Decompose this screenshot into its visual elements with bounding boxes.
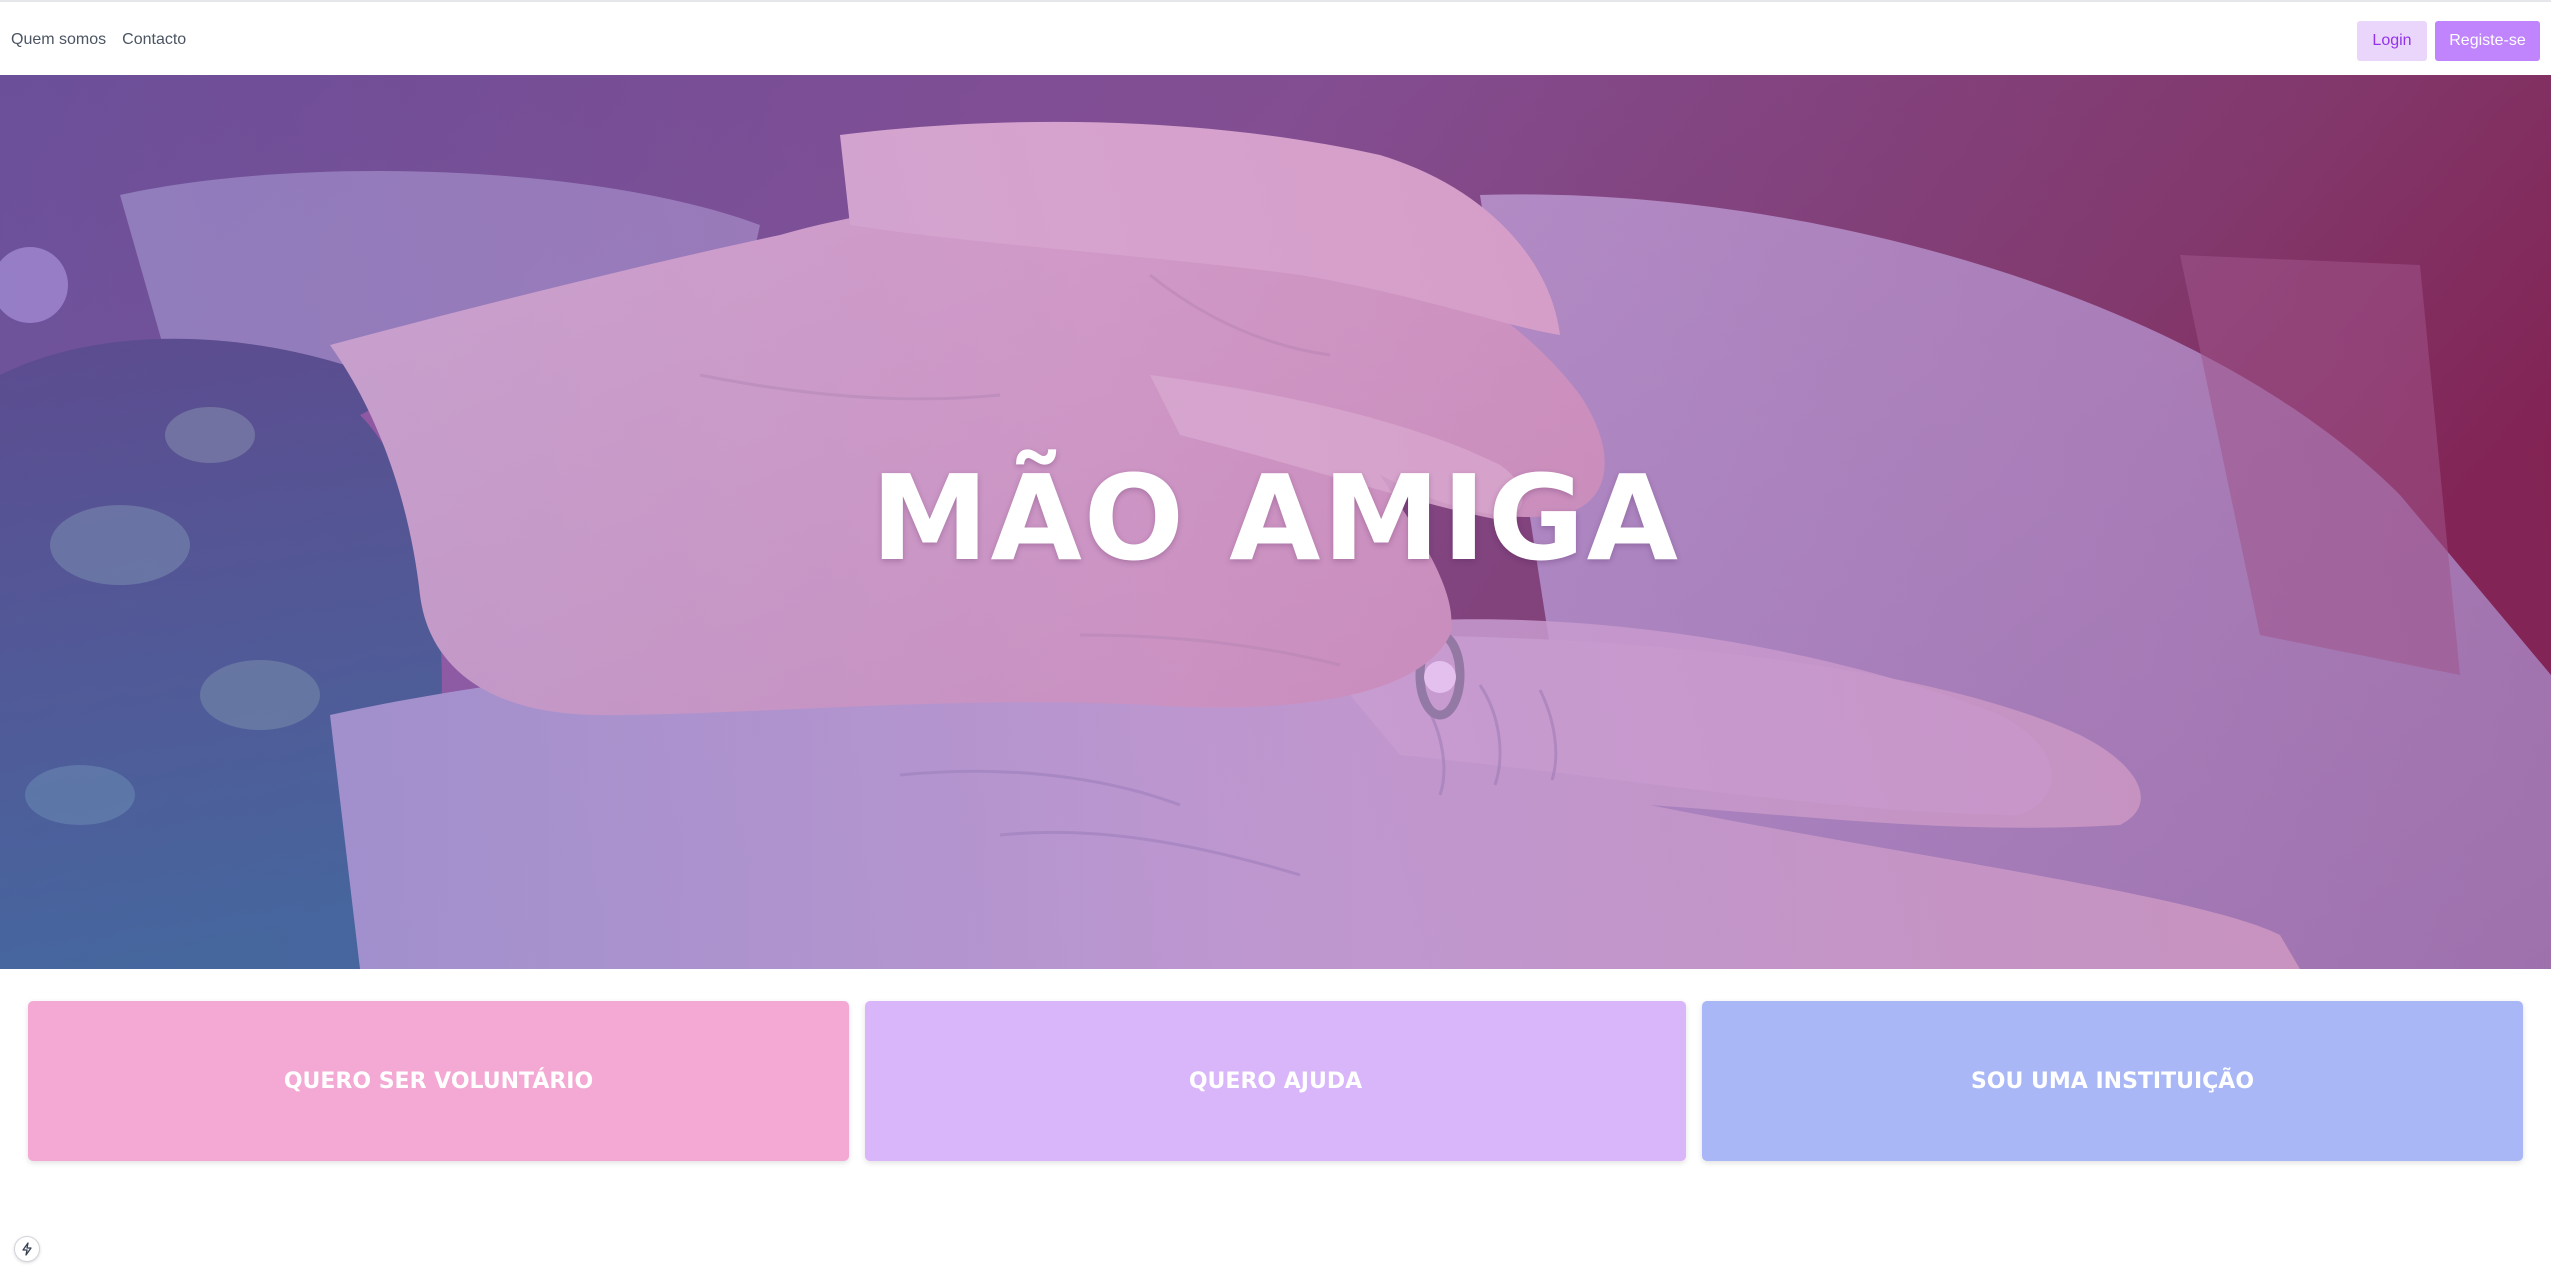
action-cards: QUERO SER VOLUNTÁRIO QUERO AJUDA SOU UMA… [28, 1001, 2523, 1161]
volunteer-card[interactable]: QUERO SER VOLUNTÁRIO [28, 1001, 849, 1161]
lightning-glyph [22, 1242, 32, 1256]
request-help-card[interactable]: QUERO AJUDA [865, 1001, 1686, 1161]
login-button[interactable]: Login [2357, 21, 2427, 61]
nav-links: Quem somos Contacto [11, 29, 186, 51]
institution-card[interactable]: SOU UMA INSTITUIÇÃO [1702, 1001, 2523, 1161]
hero-banner: MÃO AMIGA [0, 75, 2551, 969]
lightning-icon[interactable] [14, 1236, 40, 1262]
nav-link-contacto[interactable]: Contacto [122, 29, 186, 51]
nav-link-quem-somos[interactable]: Quem somos [11, 29, 106, 51]
hero-title: MÃO AMIGA [871, 449, 1680, 587]
page: Quem somos Contacto Login Registe-se MÃO… [0, 0, 2551, 1277]
register-button[interactable]: Registe-se [2435, 21, 2540, 61]
auth-buttons: Login Registe-se [2357, 21, 2540, 61]
top-navbar: Quem somos Contacto Login Registe-se [0, 0, 2551, 75]
